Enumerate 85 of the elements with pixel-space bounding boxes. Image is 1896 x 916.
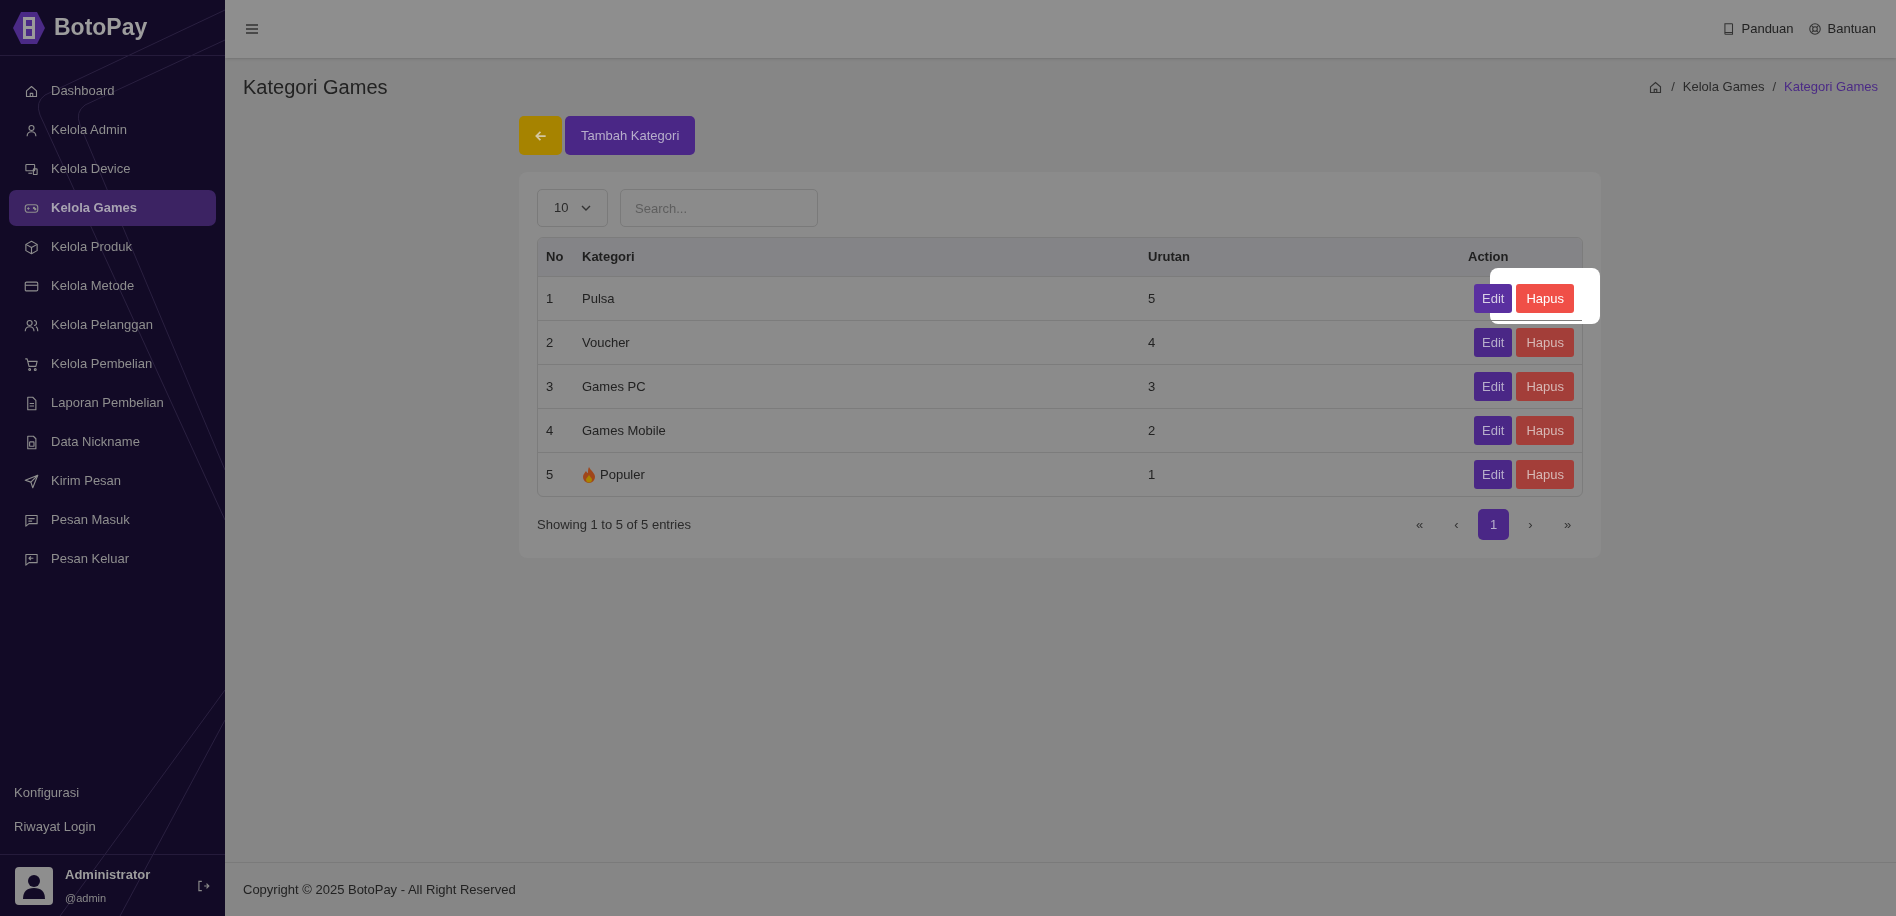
table-cell-text: Voucher [582, 333, 630, 352]
copyright-text: Copyright © 2025 BotoPay - All Right Reserved [243, 880, 516, 899]
table-cell-text: Pulsa [582, 289, 615, 308]
page-button[interactable]: ‹ [1441, 509, 1472, 540]
column-header: No [545, 248, 565, 267]
table-cell-text: 2 [545, 333, 555, 352]
sidebar-item[interactable]: Pesan Masuk [9, 502, 216, 538]
book-icon [1721, 22, 1736, 36]
edit-button[interactable]: Edit [1474, 416, 1513, 445]
sidebar-item[interactable]: Pesan Keluar [9, 541, 216, 577]
send-icon [24, 473, 39, 489]
table-cell-text: Games Mobile [582, 421, 666, 440]
sidebar-item[interactable]: Kelola Admin [9, 112, 216, 148]
menu-icon[interactable] [245, 23, 259, 35]
home-icon[interactable] [1648, 79, 1664, 95]
document-icon [24, 395, 39, 411]
sidebar-item[interactable]: Data Nickname [9, 424, 216, 460]
fire-icon [582, 466, 596, 483]
message-icon [24, 512, 39, 528]
credit-card-icon [24, 278, 39, 294]
sim-card-icon [24, 434, 39, 450]
sidebar-item[interactable]: Kelola Device [9, 151, 216, 187]
reply-message-icon [24, 551, 39, 567]
page-button[interactable]: › [1515, 509, 1546, 540]
breadcrumb-separator: / [1772, 78, 1777, 97]
edit-button[interactable]: Edit [1474, 328, 1513, 357]
header-link[interactable]: Panduan [1721, 19, 1794, 39]
column-header: Kategori [581, 248, 636, 267]
page-size-select[interactable]: 10 [537, 189, 608, 227]
breadcrumb-link[interactable]: Kategori Games [1784, 77, 1878, 97]
delete-button[interactable]: Hapus [1516, 328, 1574, 357]
user-name: Administrator [65, 865, 152, 884]
sidebar-item[interactable]: Kelola Pelanggan [9, 307, 216, 343]
sidebar-item[interactable]: Dashboard [9, 73, 216, 109]
delete-button[interactable]: Hapus [1516, 284, 1574, 313]
sidebar-item[interactable]: Laporan Pembelian [9, 385, 216, 421]
sidebar-item[interactable]: Kelola Produk [9, 229, 216, 265]
sidebar-item[interactable]: Kelola Metode [9, 268, 216, 304]
avatar-icon [15, 866, 53, 905]
logo-icon [12, 10, 46, 45]
devices-icon [24, 161, 39, 177]
page-button[interactable]: « [1404, 509, 1435, 540]
page-size-value: 10 [554, 199, 569, 218]
delete-button[interactable]: Hapus [1516, 416, 1574, 445]
column-header: Action [1467, 248, 1510, 267]
edit-button[interactable]: Edit [1474, 284, 1513, 313]
logout-icon[interactable] [196, 878, 210, 893]
page-button[interactable]: 1 [1478, 509, 1509, 540]
user-handle: @admin [65, 891, 108, 906]
table-cell-text: 1 [545, 289, 555, 308]
chevron-down-icon [581, 205, 591, 211]
box-icon [24, 239, 39, 255]
table-cell-text: 5 [1147, 289, 1157, 308]
breadcrumb-link[interactable]: Kelola Games [1682, 77, 1765, 97]
table-cell-text: 4 [1147, 333, 1157, 352]
table-cell-text: 2 [1147, 421, 1157, 440]
table-cell-text: 4 [545, 421, 555, 440]
add-category-button[interactable]: Tambah Kategori [565, 116, 696, 155]
sidebar-item[interactable]: Kelola Pembelian [9, 346, 216, 382]
cart-icon [24, 356, 39, 372]
page-title: Kategori Games [243, 75, 388, 100]
sidebar-link[interactable]: Konfigurasi [14, 783, 211, 803]
user-icon [24, 122, 39, 138]
table-cell-text: Games PC [582, 377, 646, 396]
users-icon [24, 317, 39, 333]
table-cell-text: Populer [600, 465, 645, 484]
lifebuoy-icon [1807, 22, 1822, 36]
sidebar-item[interactable]: Kelola Games [9, 190, 216, 226]
column-header: Urutan [1147, 248, 1191, 267]
entries-info: Showing 1 to 5 of 5 entries [537, 515, 691, 534]
table-cell-text: 3 [1147, 377, 1157, 396]
edit-button[interactable]: Edit [1474, 372, 1513, 401]
edit-button[interactable]: Edit [1474, 460, 1513, 489]
sidebar-link[interactable]: Riwayat Login [14, 816, 211, 836]
header-link[interactable]: Bantuan [1807, 19, 1876, 39]
delete-button[interactable]: Hapus [1516, 372, 1574, 401]
delete-button[interactable]: Hapus [1516, 460, 1574, 489]
table-cell-text: 5 [545, 465, 555, 484]
sidebar-item[interactable]: Kirim Pesan [9, 463, 216, 499]
page-button[interactable]: » [1552, 509, 1583, 540]
home-icon [24, 83, 39, 99]
table-cell-text: 3 [545, 377, 555, 396]
brand-name: BotoPay [54, 13, 148, 43]
table-cell-text: 1 [1147, 465, 1157, 484]
breadcrumb-separator: / [1671, 78, 1675, 97]
